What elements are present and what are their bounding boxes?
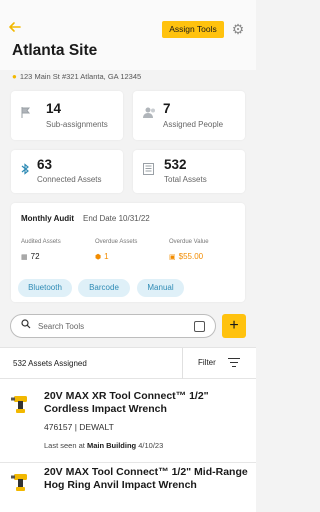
top-area: Assign Tools ⚙ Atlanta Site	[0, 0, 256, 70]
assets-count: 532 Assets Assigned	[13, 359, 87, 368]
stat-value: 7	[163, 101, 171, 116]
list-header-bar: 532 Assets Assigned Filter	[0, 347, 256, 379]
asset-last-seen: Last seen at Main Building 4/10/23	[44, 441, 163, 450]
tag-barcode[interactable]: Barcode	[78, 279, 130, 297]
assign-tools-button[interactable]: Assign Tools	[162, 21, 224, 38]
barcode-scan-icon[interactable]	[194, 321, 205, 332]
audit-value: $55.00	[178, 252, 204, 261]
audit-column-header: Overdue Assets	[95, 239, 138, 245]
stat-value: 14	[46, 101, 62, 116]
overdue-value: ▣ $55.00	[169, 252, 203, 261]
stat-card-total-assets[interactable]: 532 Total Assets	[133, 150, 245, 193]
last-seen-date: 4/10/23	[138, 441, 164, 450]
audit-end-date: End Date 10/31/22	[83, 214, 150, 223]
stat-card-sub-assignments[interactable]: 14 Sub-assignments	[11, 91, 123, 140]
last-seen-location: Main Building	[86, 441, 137, 450]
warning-icon: ⬢	[95, 254, 102, 261]
stat-value: 63	[37, 157, 53, 172]
audit-value: 72	[30, 252, 40, 261]
stat-card-assigned-people[interactable]: 7 Assigned People	[133, 91, 245, 140]
asset-name: 20V MAX Tool Connect™ 1/2" Mid-Range Hog…	[44, 466, 248, 491]
stat-label: Sub-assignments	[46, 120, 108, 129]
overdue-assets-value: ⬢ 1	[95, 252, 109, 261]
audit-column-header: Overdue Value	[169, 239, 209, 245]
address-text: 123 Main St #321 Atlanta, GA 12345	[19, 72, 142, 81]
asset-name: 20V MAX XR Tool Connect™ 1/2" Cordless I…	[44, 390, 209, 415]
last-seen-prefix: Last seen at	[44, 441, 85, 450]
drill-thumbnail-icon	[9, 471, 31, 493]
building-icon	[143, 163, 154, 178]
tag-manual[interactable]: Manual	[137, 279, 184, 297]
audit-title: Monthly Audit	[21, 214, 75, 223]
search-input[interactable]: Search Tools	[10, 314, 216, 338]
filter-button[interactable]: Filter	[198, 358, 216, 367]
divider	[182, 348, 183, 379]
bluetooth-icon	[21, 163, 29, 178]
asset-sku: 476157 | DEWALT	[44, 422, 114, 432]
stat-label: Total Assets	[164, 175, 207, 184]
search-icon	[21, 319, 31, 332]
site-address: ● 123 Main St #321 Atlanta, GA 12345	[12, 72, 141, 81]
audited-assets-value: ▦ 72	[21, 252, 40, 261]
audit-value: 1	[104, 252, 109, 261]
stat-label: Connected Assets	[37, 175, 102, 184]
money-icon: ▣	[169, 254, 176, 261]
audit-column-header: Audited Assets	[21, 239, 61, 245]
stat-value: 532	[164, 157, 187, 172]
tag-bluetooth[interactable]: Bluetooth	[18, 279, 72, 297]
asset-list: 20V MAX XR Tool Connect™ 1/2" Cordless I…	[0, 379, 256, 512]
stat-card-connected-assets[interactable]: 63 Connected Assets	[11, 150, 123, 193]
divider	[0, 462, 256, 463]
flag-icon	[21, 107, 31, 121]
page-title: Atlanta Site	[12, 42, 98, 59]
add-tool-button[interactable]: +	[222, 314, 246, 338]
people-icon	[143, 107, 157, 121]
location-pin-icon: ●	[12, 72, 17, 81]
gear-icon[interactable]: ⚙	[230, 21, 246, 37]
back-arrow-icon[interactable]	[8, 20, 24, 36]
grid-icon: ▦	[21, 254, 28, 261]
stat-label: Assigned People	[163, 120, 224, 129]
drill-thumbnail-icon	[9, 393, 31, 415]
filter-icon[interactable]	[228, 358, 240, 370]
search-placeholder: Search Tools	[38, 322, 85, 331]
monthly-audit-card[interactable]: Monthly Audit End Date 10/31/22 Audited …	[11, 203, 245, 302]
